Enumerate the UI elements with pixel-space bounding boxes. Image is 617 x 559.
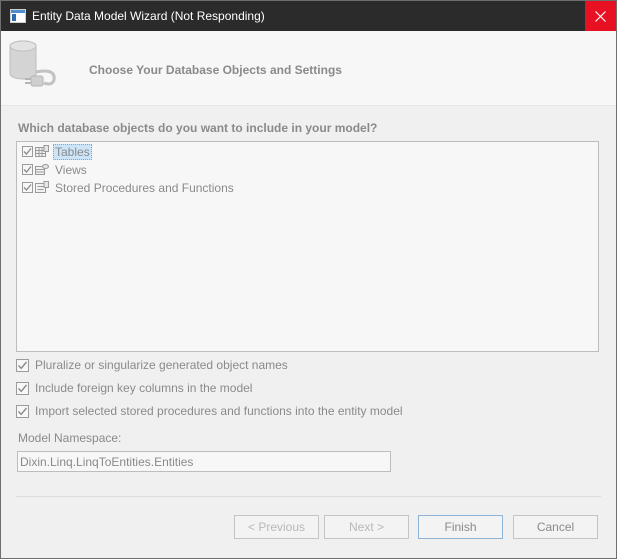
database-objects-tree[interactable]: Tables Views Stored Procedures and Funct… — [16, 141, 599, 352]
tree-item-stored-procedures[interactable]: Stored Procedures and Functions — [22, 179, 236, 196]
model-namespace-label: Model Namespace: — [18, 431, 122, 445]
app-icon — [10, 9, 26, 23]
objects-question: Which database objects do you want to in… — [18, 121, 378, 135]
entity-data-model-wizard-window: Entity Data Model Wizard (Not Responding… — [0, 0, 617, 559]
table-icon — [35, 145, 49, 158]
import-procedures-option[interactable]: Import selected stored procedures and fu… — [16, 403, 403, 419]
pluralize-label: Pluralize or singularize generated objec… — [35, 358, 288, 372]
cancel-button[interactable]: Cancel — [513, 515, 598, 539]
tree-item-label: Stored Procedures and Functions — [55, 180, 234, 195]
checkmark-icon — [23, 148, 32, 155]
tree-item-views[interactable]: Views — [22, 161, 89, 178]
views-checkbox[interactable] — [22, 164, 33, 175]
next-button[interactable]: Next > — [324, 515, 409, 539]
view-icon — [35, 163, 49, 176]
window-title: Entity Data Model Wizard (Not Responding… — [32, 9, 265, 23]
page-heading: Choose Your Database Objects and Setting… — [89, 63, 342, 77]
title-bar[interactable]: Entity Data Model Wizard (Not Responding… — [1, 1, 616, 31]
pluralize-checkbox[interactable] — [16, 358, 29, 372]
finish-button[interactable]: Finish — [418, 515, 503, 539]
previous-button[interactable]: < Previous — [234, 515, 319, 539]
footer-divider — [16, 496, 601, 497]
stored-procedures-checkbox[interactable] — [22, 182, 33, 193]
checkmark-icon — [17, 407, 28, 415]
close-icon — [595, 10, 606, 22]
stored-procedure-icon — [35, 181, 49, 194]
pluralize-option[interactable]: Pluralize or singularize generated objec… — [16, 357, 288, 373]
checkmark-icon — [23, 184, 32, 191]
tables-checkbox[interactable] — [22, 146, 33, 157]
checkmark-icon — [17, 361, 28, 369]
checkmark-icon — [17, 384, 28, 392]
wizard-header: Choose Your Database Objects and Setting… — [1, 31, 616, 106]
foreign-key-option[interactable]: Include foreign key columns in the model — [16, 380, 252, 396]
close-button[interactable] — [585, 1, 616, 31]
import-procedures-label: Import selected stored procedures and fu… — [35, 404, 403, 418]
tree-item-label: Views — [55, 162, 87, 177]
model-namespace-input[interactable] — [17, 451, 391, 472]
import-procedures-checkbox[interactable] — [16, 404, 29, 418]
database-connector-icon — [6, 38, 66, 94]
foreign-key-checkbox[interactable] — [16, 381, 29, 395]
checkmark-icon — [23, 166, 32, 173]
foreign-key-label: Include foreign key columns in the model — [35, 381, 253, 395]
tree-item-tables[interactable]: Tables — [22, 143, 92, 160]
tree-item-label: Tables — [53, 143, 92, 160]
